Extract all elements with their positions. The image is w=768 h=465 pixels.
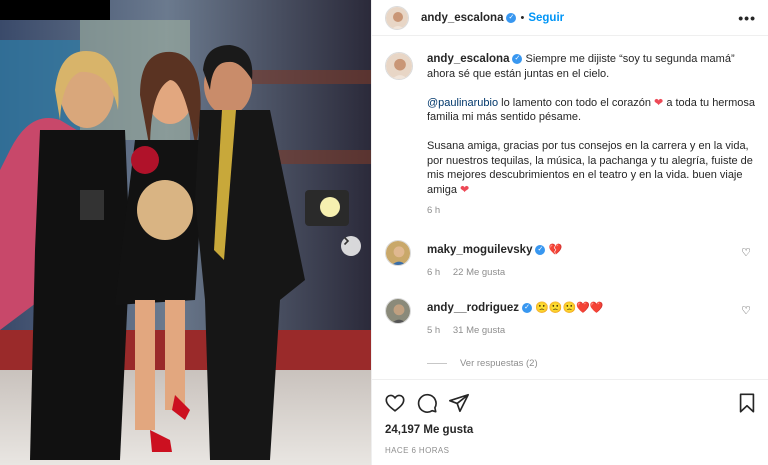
follow-button[interactable]: Seguir [528, 12, 564, 24]
replies-line [427, 363, 447, 364]
comment-icon[interactable] [416, 392, 438, 414]
caption-username[interactable]: andy_escalona [427, 53, 509, 65]
heart-outline-icon[interactable]: ♡ [741, 304, 751, 317]
caption: andy_escalona ✓ Siempre me dijiste “soy t… [385, 52, 755, 216]
comment-meta: 5 h 31 Me gusta [427, 325, 755, 336]
more-options-icon[interactable]: ••• [738, 10, 756, 26]
caption-avatar[interactable] [385, 52, 413, 80]
comment-username[interactable]: andy__rodriguez [427, 302, 519, 314]
comment-text: maky_moguilevsky ✓ 💔 [427, 240, 755, 257]
verified-icon: ✓ [512, 54, 523, 65]
comment-text: andy__rodriguez ✓ 🙁🙁🙁❤️❤️ [427, 298, 755, 315]
comment-username[interactable]: maky_moguilevsky [427, 244, 532, 256]
post-image [0, 0, 371, 465]
comment-likes[interactable]: 22 Me gusta [453, 267, 505, 278]
avatar-image [386, 299, 410, 323]
avatar-image [386, 53, 412, 79]
comment-time: 5 h [427, 325, 441, 336]
action-icons [384, 392, 470, 414]
heart-emoji: ❤ [460, 183, 470, 196]
comment-avatar[interactable] [385, 240, 411, 266]
heart-outline-icon[interactable]: ♡ [741, 246, 751, 259]
caption-line-2a: lo lamento con todo el corazón [498, 96, 655, 109]
avatar-image [386, 6, 408, 29]
comment-likes[interactable]: 31 Me gusta [453, 325, 505, 336]
action-bar: 24,197 Me gusta HACE 6 HORAS [372, 379, 768, 465]
heart-emoji: ❤ [654, 96, 664, 109]
separator-dot: • [520, 11, 525, 24]
post-panel: andy_escalona ✓ • Seguir ••• andy_escalo… [371, 0, 768, 465]
view-replies-label: Ver respuestas (2) [460, 358, 538, 369]
likes-count[interactable]: 24,197 Me gusta [385, 424, 473, 436]
caption-meta: 6 h [427, 205, 755, 216]
comment-item: maky_moguilevsky ✓ 💔 6 h 22 Me gusta ♡ [385, 240, 755, 278]
verified-icon: ✓ [506, 12, 517, 23]
comment-emoji: 🙁🙁🙁❤️❤️ [535, 302, 604, 314]
caption-time: 6 h [427, 205, 441, 216]
mention-link[interactable]: @paulinarubio [427, 97, 498, 109]
verified-icon: ✓ [535, 245, 546, 256]
comment-meta: 6 h 22 Me gusta [427, 267, 755, 278]
avatar-image [386, 241, 410, 265]
view-replies-button[interactable]: Ver respuestas (2) [427, 358, 538, 369]
post-photo[interactable] [0, 0, 371, 465]
comment-item: andy__rodriguez ✓ 🙁🙁🙁❤️❤️ 5 h 31 Me gusta… [385, 298, 755, 336]
chevron-right-icon [343, 236, 350, 246]
comment-emoji: 💔 [548, 244, 563, 256]
like-heart-icon[interactable] [384, 392, 406, 414]
bookmark-icon[interactable] [736, 392, 758, 414]
caption-text: andy_escalona ✓ Siempre me dijiste “soy t… [427, 52, 755, 197]
comment-time: 6 h [427, 267, 441, 278]
caption-line-3: Susana amiga, gracias por tus consejos e… [427, 140, 753, 196]
next-image-button[interactable] [341, 236, 361, 256]
header-username[interactable]: andy_escalona [421, 12, 503, 24]
post-timestamp: HACE 6 HORAS [385, 446, 450, 455]
verified-icon: ✓ [522, 303, 533, 314]
share-icon[interactable] [448, 392, 470, 414]
comment-avatar[interactable] [385, 298, 411, 324]
comments-section[interactable]: andy_escalona ✓ Siempre me dijiste “soy t… [372, 40, 768, 378]
post-header: andy_escalona ✓ • Seguir ••• [372, 0, 768, 36]
avatar[interactable] [385, 5, 409, 30]
